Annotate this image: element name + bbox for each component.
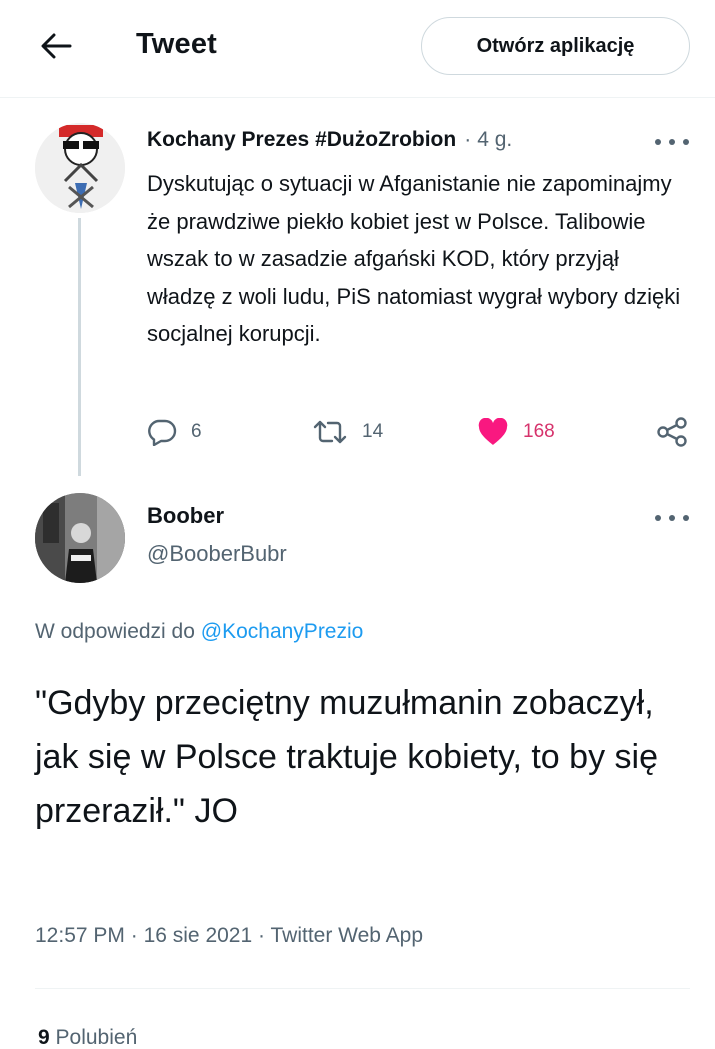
separator: · (130, 924, 138, 947)
parent-tweet-text: Dyskutując o sytuacji w Afganistanie nie… (147, 171, 681, 346)
likes-label: Polubień (55, 1026, 138, 1049)
parent-tweet-header: Kochany Prezes #DużoZrobion · 4 g. (147, 124, 512, 156)
open-app-button[interactable]: Otwórz aplikację (421, 17, 690, 75)
like-heart-icon (478, 418, 508, 445)
reply-context: W odpowiedzi do @KochanyPrezio (35, 620, 363, 644)
tweet-source: Twitter Web App (270, 924, 424, 947)
reply-icon (148, 419, 177, 446)
author-name[interactable]: Boober (147, 503, 224, 529)
back-arrow-icon (41, 33, 72, 59)
tweet-date[interactable]: 16 sie 2021 (144, 924, 253, 947)
tweet-actions: 6 14 168 (147, 410, 692, 454)
avatar-image (35, 123, 125, 213)
likes-stat[interactable]: 9 Polubień (38, 1026, 137, 1049)
top-bar: Tweet Otwórz aplikację (0, 0, 715, 98)
author-name[interactable]: Kochany Prezes #DużoZrobion (147, 128, 456, 152)
share-button[interactable] (655, 410, 689, 454)
reply-button[interactable]: 6 (147, 410, 202, 454)
share-icon (657, 417, 687, 447)
page-title: Tweet (136, 28, 218, 60)
avatar-image (35, 493, 125, 583)
tweet-time[interactable]: 4 g. (477, 128, 512, 152)
reply-mention-link[interactable]: @KochanyPrezio (201, 620, 364, 643)
like-count: 168 (523, 421, 555, 442)
more-icon[interactable] (655, 132, 689, 152)
divider (35, 988, 690, 989)
reply-prefix: W odpowiedzi do (35, 620, 195, 643)
like-button[interactable]: 168 (477, 410, 555, 454)
thread-connector (78, 218, 81, 476)
retweet-button[interactable]: 14 (312, 410, 383, 454)
tweet-text: "Gdyby przeciętny muzułmanin zobaczył, j… (35, 684, 658, 830)
likes-count: 9 (38, 1026, 50, 1049)
tweet-metadata: 12:57 PM · 16 sie 2021 · Twitter Web App (35, 924, 423, 948)
more-icon[interactable] (655, 508, 689, 528)
separator: · (258, 924, 266, 947)
avatar[interactable] (35, 493, 125, 583)
separator: · (464, 128, 472, 151)
retweet-icon (313, 420, 347, 444)
reply-count: 6 (191, 421, 202, 442)
author-handle[interactable]: @BooberBubr (147, 541, 287, 567)
retweet-count: 14 (362, 421, 384, 442)
back-button[interactable] (36, 26, 76, 66)
avatar[interactable] (35, 123, 125, 213)
tweet-time[interactable]: 12:57 PM (35, 924, 125, 947)
